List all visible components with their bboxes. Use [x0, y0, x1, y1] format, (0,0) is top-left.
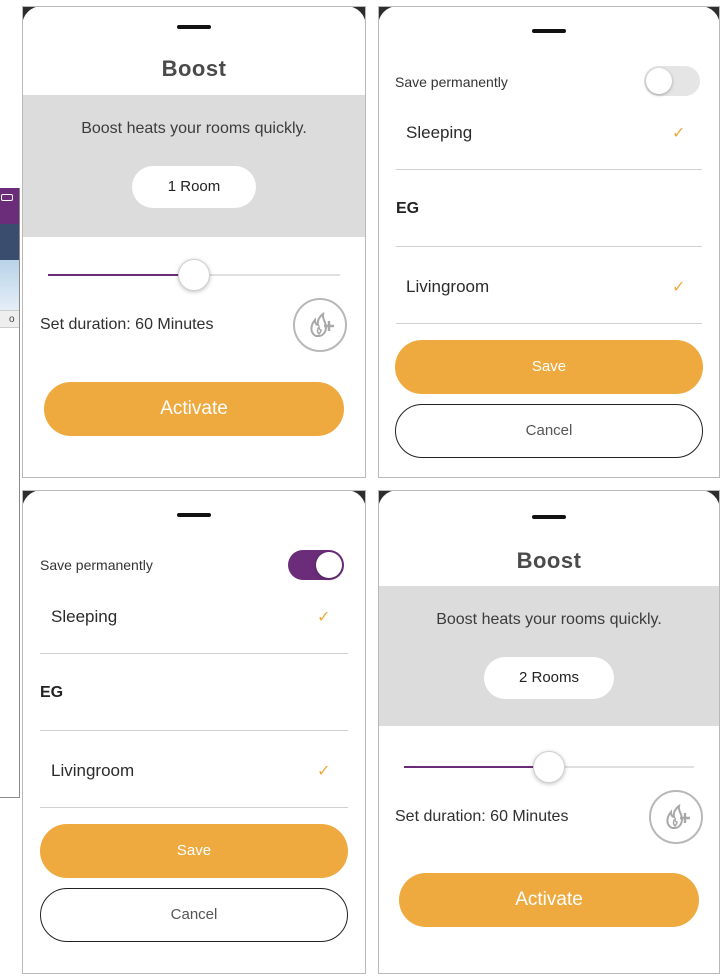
- boost-sheet-2rooms: Boost Boost heats your rooms quickly. 2 …: [378, 490, 720, 974]
- duration-label: Set duration: 60 Minutes: [395, 808, 569, 825]
- sheet-drag-handle[interactable]: [177, 513, 211, 517]
- rooms-selector-button[interactable]: 1 Room: [132, 166, 256, 208]
- background-image-sky: [0, 260, 19, 310]
- sheet-drag-handle[interactable]: [532, 29, 566, 33]
- save-button[interactable]: Save: [40, 824, 348, 878]
- activate-button[interactable]: Activate: [399, 873, 699, 927]
- section-row: EG: [378, 170, 720, 247]
- room-label: Sleeping: [51, 607, 118, 626]
- boost-sheet-1room: Boost Boost heats your rooms quickly. 1 …: [22, 6, 366, 478]
- flame-plus-icon-glyph: [666, 803, 690, 829]
- rooms-selector-button[interactable]: 2 Rooms: [484, 657, 614, 699]
- list-item[interactable]: Livingroom ✓: [378, 247, 720, 324]
- duration-label: Set duration: 60 Minutes: [40, 316, 214, 333]
- duration-slider-thumb[interactable]: [178, 259, 210, 291]
- toggle-knob: [646, 68, 672, 94]
- duration-slider-fill: [404, 766, 549, 768]
- list-item[interactable]: Livingroom ✓: [22, 731, 366, 808]
- sheet-drag-handle[interactable]: [177, 25, 211, 29]
- sheet-title: Boost: [161, 56, 227, 81]
- background-header-bar: [0, 188, 19, 224]
- sheet-title: Boost: [516, 548, 582, 573]
- boost-description: Boost heats your rooms quickly.: [81, 120, 307, 137]
- sheet-drag-handle[interactable]: [532, 515, 566, 519]
- duration-slider-fill: [48, 274, 194, 276]
- boost-description: Boost heats your rooms quickly.: [436, 611, 662, 628]
- section-row: EG: [22, 654, 366, 731]
- list-item[interactable]: Sleeping ✓: [378, 93, 720, 170]
- background-app-fragment: o: [0, 188, 20, 798]
- room-label: Sleeping: [406, 123, 473, 142]
- cancel-button[interactable]: Cancel: [40, 888, 348, 942]
- checkmark-icon: ✓: [317, 763, 331, 780]
- background-image-dark: [0, 224, 19, 260]
- checkmark-icon: ✓: [317, 609, 331, 626]
- duration-slider[interactable]: [48, 259, 340, 291]
- info-band: Boost heats your rooms quickly. 2 Rooms: [378, 586, 720, 726]
- section-label: EG: [40, 684, 64, 701]
- info-band: Boost heats your rooms quickly. 1 Room: [22, 95, 366, 237]
- flame-plus-icon-glyph: [310, 311, 334, 337]
- rooms-sheet-toggle-on: Save permanently Sleeping ✓ EG Livingroo…: [22, 490, 366, 974]
- save-permanently-toggle[interactable]: [644, 66, 700, 96]
- room-label: Livingroom: [51, 761, 135, 780]
- save-permanently-label: Save permanently: [40, 557, 153, 573]
- duration-slider[interactable]: [404, 751, 694, 783]
- activate-button[interactable]: Activate: [44, 382, 344, 436]
- rooms-sheet-toggle-off: Save permanently Sleeping ✓ EG Livingroo…: [378, 6, 720, 478]
- background-row-text: o: [9, 314, 15, 325]
- battery-icon: [1, 194, 13, 201]
- save-permanently-toggle[interactable]: [288, 550, 344, 580]
- section-label: EG: [396, 200, 420, 217]
- checkmark-icon: ✓: [672, 279, 686, 296]
- save-permanently-label: Save permanently: [395, 74, 508, 90]
- room-label: Livingroom: [406, 277, 490, 296]
- toggle-knob: [316, 552, 342, 578]
- list-item[interactable]: Sleeping ✓: [22, 577, 366, 654]
- checkmark-icon: ✓: [672, 125, 686, 142]
- flame-plus-icon[interactable]: [649, 790, 703, 844]
- duration-slider-thumb[interactable]: [533, 751, 565, 783]
- save-button[interactable]: Save: [395, 340, 703, 394]
- flame-plus-icon[interactable]: [293, 298, 347, 352]
- cancel-button[interactable]: Cancel: [395, 404, 703, 458]
